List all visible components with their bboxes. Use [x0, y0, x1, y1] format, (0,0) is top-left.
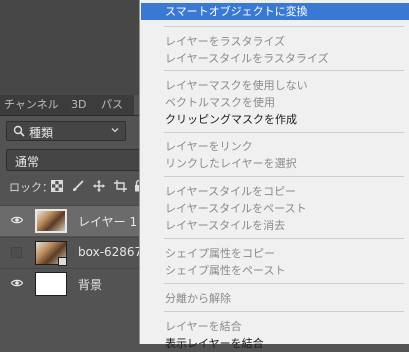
menu-separator — [164, 26, 404, 27]
eye-icon[interactable] — [10, 215, 24, 228]
layers-panel: チャンネル 3D パス レ 種類 通常 ロック： — [0, 0, 160, 344]
menu-item-enable-vector-mask[interactable]: ベクトルマスクを使用 — [141, 94, 409, 111]
smart-object-badge-icon — [58, 257, 67, 266]
menu-separator — [164, 70, 404, 71]
lock-label: ロック： — [9, 181, 53, 194]
menu-item-merge-layers[interactable]: レイヤーを結合 — [141, 318, 409, 335]
menu-item-link-layers[interactable]: レイヤーをリンク — [141, 138, 409, 155]
chevron-down-icon — [110, 125, 120, 138]
layer-context-menu: スマートオブジェクトに変換 レイヤーをラスタライズ レイヤースタイルをラスタライ… — [139, 0, 409, 350]
layer-name: box-62867 — [78, 245, 143, 259]
menu-separator — [164, 283, 404, 284]
visibility-toggle-off[interactable] — [11, 247, 22, 258]
layer-name: 背景 — [78, 278, 103, 292]
tab-channels[interactable]: チャンネル — [4, 95, 59, 115]
layer-row[interactable]: レイヤー 1 — [0, 205, 160, 236]
menu-item-create-clipping-mask[interactable]: クリッピングマスクを作成 — [141, 111, 409, 128]
tab-3d[interactable]: 3D — [71, 95, 86, 115]
menu-item-release-from-isolation[interactable]: 分離から解除 — [141, 290, 409, 307]
lock-position-move-icon[interactable] — [93, 180, 105, 195]
layer-thumbnail — [35, 272, 67, 296]
menu-item-disable-layer-mask[interactable]: レイヤーマスクを使用しない — [141, 77, 409, 94]
lock-artboard-icon[interactable] — [114, 180, 127, 195]
search-icon — [13, 125, 25, 140]
kind-filter-label: 種類 — [29, 126, 54, 140]
menu-separator — [164, 176, 404, 177]
tab-paths[interactable]: パス — [101, 95, 123, 115]
panel-tab-bar: チャンネル 3D パス レ — [0, 95, 160, 116]
layer-row[interactable]: box-62867 — [0, 237, 160, 268]
menu-item-select-linked-layers[interactable]: リンクしたレイヤーを選択 — [141, 155, 409, 172]
menu-item-copy-shape-attributes[interactable]: シェイプ属性をコピー — [141, 245, 409, 262]
menu-separator — [164, 132, 404, 133]
menu-separator — [164, 238, 404, 239]
menu-separator — [164, 311, 404, 312]
menu-item-rasterize-layer[interactable]: レイヤーをラスタライズ — [141, 33, 409, 50]
layer-thumbnail — [35, 209, 67, 233]
layer-kind-filter[interactable]: 種類 — [6, 121, 126, 141]
lock-transparent-pixels-icon[interactable] — [51, 180, 63, 195]
eye-icon[interactable] — [10, 278, 24, 291]
menu-item-copy-layer-style[interactable]: レイヤースタイルをコピー — [141, 183, 409, 200]
menu-item-rasterize-layer-style[interactable]: レイヤースタイルをラスタライズ — [141, 50, 409, 67]
menu-item-clear-layer-style[interactable]: レイヤースタイルを消去 — [141, 217, 409, 234]
layer-row[interactable]: 背景 — [0, 268, 160, 299]
menu-item-convert-to-smart-object[interactable]: スマートオブジェクトに変換 — [141, 3, 409, 20]
lock-row: ロック： — [0, 177, 160, 197]
blend-mode-select[interactable]: 通常 — [6, 149, 156, 171]
lock-image-pixels-brush-icon[interactable] — [72, 180, 84, 195]
menu-item-paste-layer-style[interactable]: レイヤースタイルをペースト — [141, 200, 409, 217]
menu-item-paste-shape-attributes[interactable]: シェイプ属性をペースト — [141, 262, 409, 279]
blend-mode-label: 通常 — [15, 155, 40, 169]
panel-upper-area — [0, 0, 160, 95]
layer-name: レイヤー 1 — [78, 215, 138, 229]
